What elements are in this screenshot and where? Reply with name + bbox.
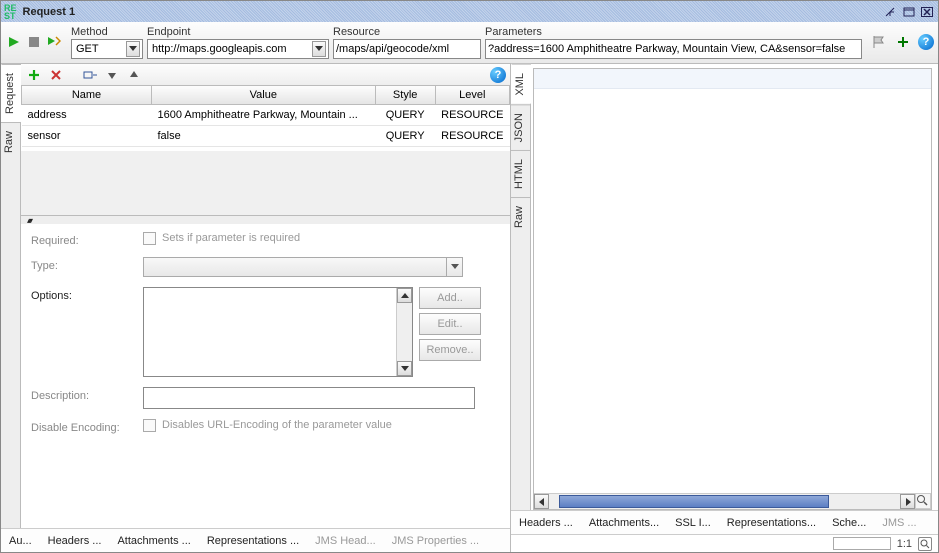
tab-html[interactable]: HTML (511, 150, 530, 197)
window-title: Request 1 (23, 6, 76, 18)
required-label: Required: (31, 232, 143, 247)
stop-icon[interactable] (25, 33, 43, 51)
resource-input[interactable] (333, 39, 481, 59)
left-bottom-tabs: Au... Headers ... Attachments ... Repres… (1, 528, 510, 552)
scroll-left-icon[interactable] (534, 494, 549, 509)
horizontal-scrollbar[interactable] (534, 493, 915, 509)
splitter-handle[interactable]: ▴▾ (21, 216, 510, 224)
help-icon[interactable]: ? (918, 34, 934, 50)
run-alt-icon[interactable] (45, 33, 63, 51)
method-label: Method (71, 26, 143, 39)
add-icon[interactable] (894, 33, 912, 51)
col-name[interactable]: Name (22, 86, 152, 105)
parameters-table[interactable]: Name Value Style Level address 1600 Amph… (21, 86, 510, 151)
required-hint: Sets if parameter is required (162, 232, 300, 244)
right-bottom-tabs: Headers ... Attachments... SSL I... Repr… (511, 510, 938, 534)
options-listbox[interactable] (143, 287, 413, 377)
tab-resp-headers[interactable]: Headers ... (519, 517, 573, 529)
right-vertical-tabs: XML JSON HTML Raw (511, 64, 531, 510)
method-value: GET (74, 42, 126, 56)
tab-representations[interactable]: Representations ... (207, 535, 299, 547)
tab-request[interactable]: Request (1, 64, 21, 122)
tab-ssl-info[interactable]: SSL I... (675, 517, 711, 529)
parameters-label: Parameters (485, 26, 862, 39)
disable-encoding-hint: Disables URL-Encoding of the parameter v… (162, 419, 392, 431)
add-param-icon[interactable] (25, 66, 43, 84)
parameter-details-panel: Required: Sets if parameter is required … (21, 224, 510, 528)
col-value[interactable]: Value (152, 86, 376, 105)
magnifier-icon[interactable] (915, 493, 931, 509)
table-row[interactable]: address 1600 Amphitheatre Parkway, Mount… (22, 105, 510, 126)
scroll-down-icon[interactable] (397, 361, 412, 376)
tab-json[interactable]: JSON (511, 104, 530, 150)
flag-icon[interactable] (870, 33, 888, 51)
close-window-icon[interactable] (919, 5, 935, 19)
chevron-down-icon[interactable] (126, 41, 140, 57)
col-level[interactable]: Level (435, 86, 509, 105)
request-url-bar: Method GET Endpoint http://maps.googleap… (1, 22, 938, 64)
tab-jms-properties[interactable]: JMS Properties ... (392, 535, 479, 547)
tab-schema[interactable]: Sche... (832, 517, 866, 529)
scroll-up-icon[interactable] (397, 288, 412, 303)
scrollbar[interactable] (396, 288, 412, 376)
tab-raw-response[interactable]: Raw (511, 197, 530, 236)
request-toolbar: ? (21, 64, 510, 86)
disable-encoding-label: Disable Encoding: (31, 419, 143, 434)
status-box (833, 537, 891, 550)
col-style[interactable]: Style (375, 86, 435, 105)
type-label: Type: (31, 257, 143, 272)
detach-window-icon[interactable] (883, 5, 899, 19)
description-label: Description: (31, 387, 143, 402)
help-icon[interactable]: ? (490, 67, 506, 83)
table-row[interactable]: sensor false QUERY RESOURCE (22, 126, 510, 147)
scroll-right-icon[interactable] (900, 494, 915, 509)
tab-headers[interactable]: Headers ... (48, 535, 102, 547)
tab-xml[interactable]: XML (511, 64, 531, 104)
move-up-icon[interactable] (125, 66, 143, 84)
magnifier-icon[interactable] (918, 537, 932, 551)
options-label: Options: (31, 287, 143, 302)
rest-badge-icon: REST (4, 4, 17, 20)
maximize-window-icon[interactable] (901, 5, 917, 19)
scrollbar-thumb[interactable] (559, 495, 829, 508)
status-bar: 1:1 (511, 534, 938, 552)
response-hint-bar (534, 69, 931, 89)
method-combo[interactable]: GET (71, 39, 143, 59)
required-checkbox[interactable] (143, 232, 156, 245)
left-vertical-tabs: Request Raw (1, 64, 21, 528)
endpoint-value: http://maps.googleapis.com (150, 42, 312, 56)
title-bar: REST Request 1 (1, 1, 938, 22)
status-ratio: 1:1 (897, 538, 912, 550)
response-body[interactable] (533, 68, 932, 510)
resource-label: Resource (333, 26, 481, 39)
chevron-down-icon[interactable] (446, 258, 462, 276)
add-option-button[interactable]: Add.. (419, 287, 481, 309)
tab-jms-head[interactable]: JMS Head... (315, 535, 376, 547)
tab-auth[interactable]: Au... (9, 535, 32, 547)
remove-option-button[interactable]: Remove.. (419, 339, 481, 361)
tab-resp-attachments[interactable]: Attachments... (589, 517, 659, 529)
disable-encoding-checkbox[interactable] (143, 419, 156, 432)
delete-param-icon[interactable] (47, 66, 65, 84)
chevron-down-icon[interactable] (312, 41, 326, 57)
import-icon[interactable] (81, 66, 99, 84)
tab-attachments[interactable]: Attachments ... (117, 535, 190, 547)
description-input[interactable] (143, 387, 475, 409)
tab-resp-representations[interactable]: Representations... (727, 517, 816, 529)
tab-raw[interactable]: Raw (1, 122, 20, 161)
edit-option-button[interactable]: Edit.. (419, 313, 481, 335)
parameters-input[interactable] (485, 39, 862, 59)
type-combo[interactable] (143, 257, 463, 277)
endpoint-combo[interactable]: http://maps.googleapis.com (147, 39, 329, 59)
endpoint-label: Endpoint (147, 26, 329, 39)
tab-resp-jms[interactable]: JMS ... (882, 517, 916, 529)
run-icon[interactable] (5, 33, 23, 51)
move-down-icon[interactable] (103, 66, 121, 84)
